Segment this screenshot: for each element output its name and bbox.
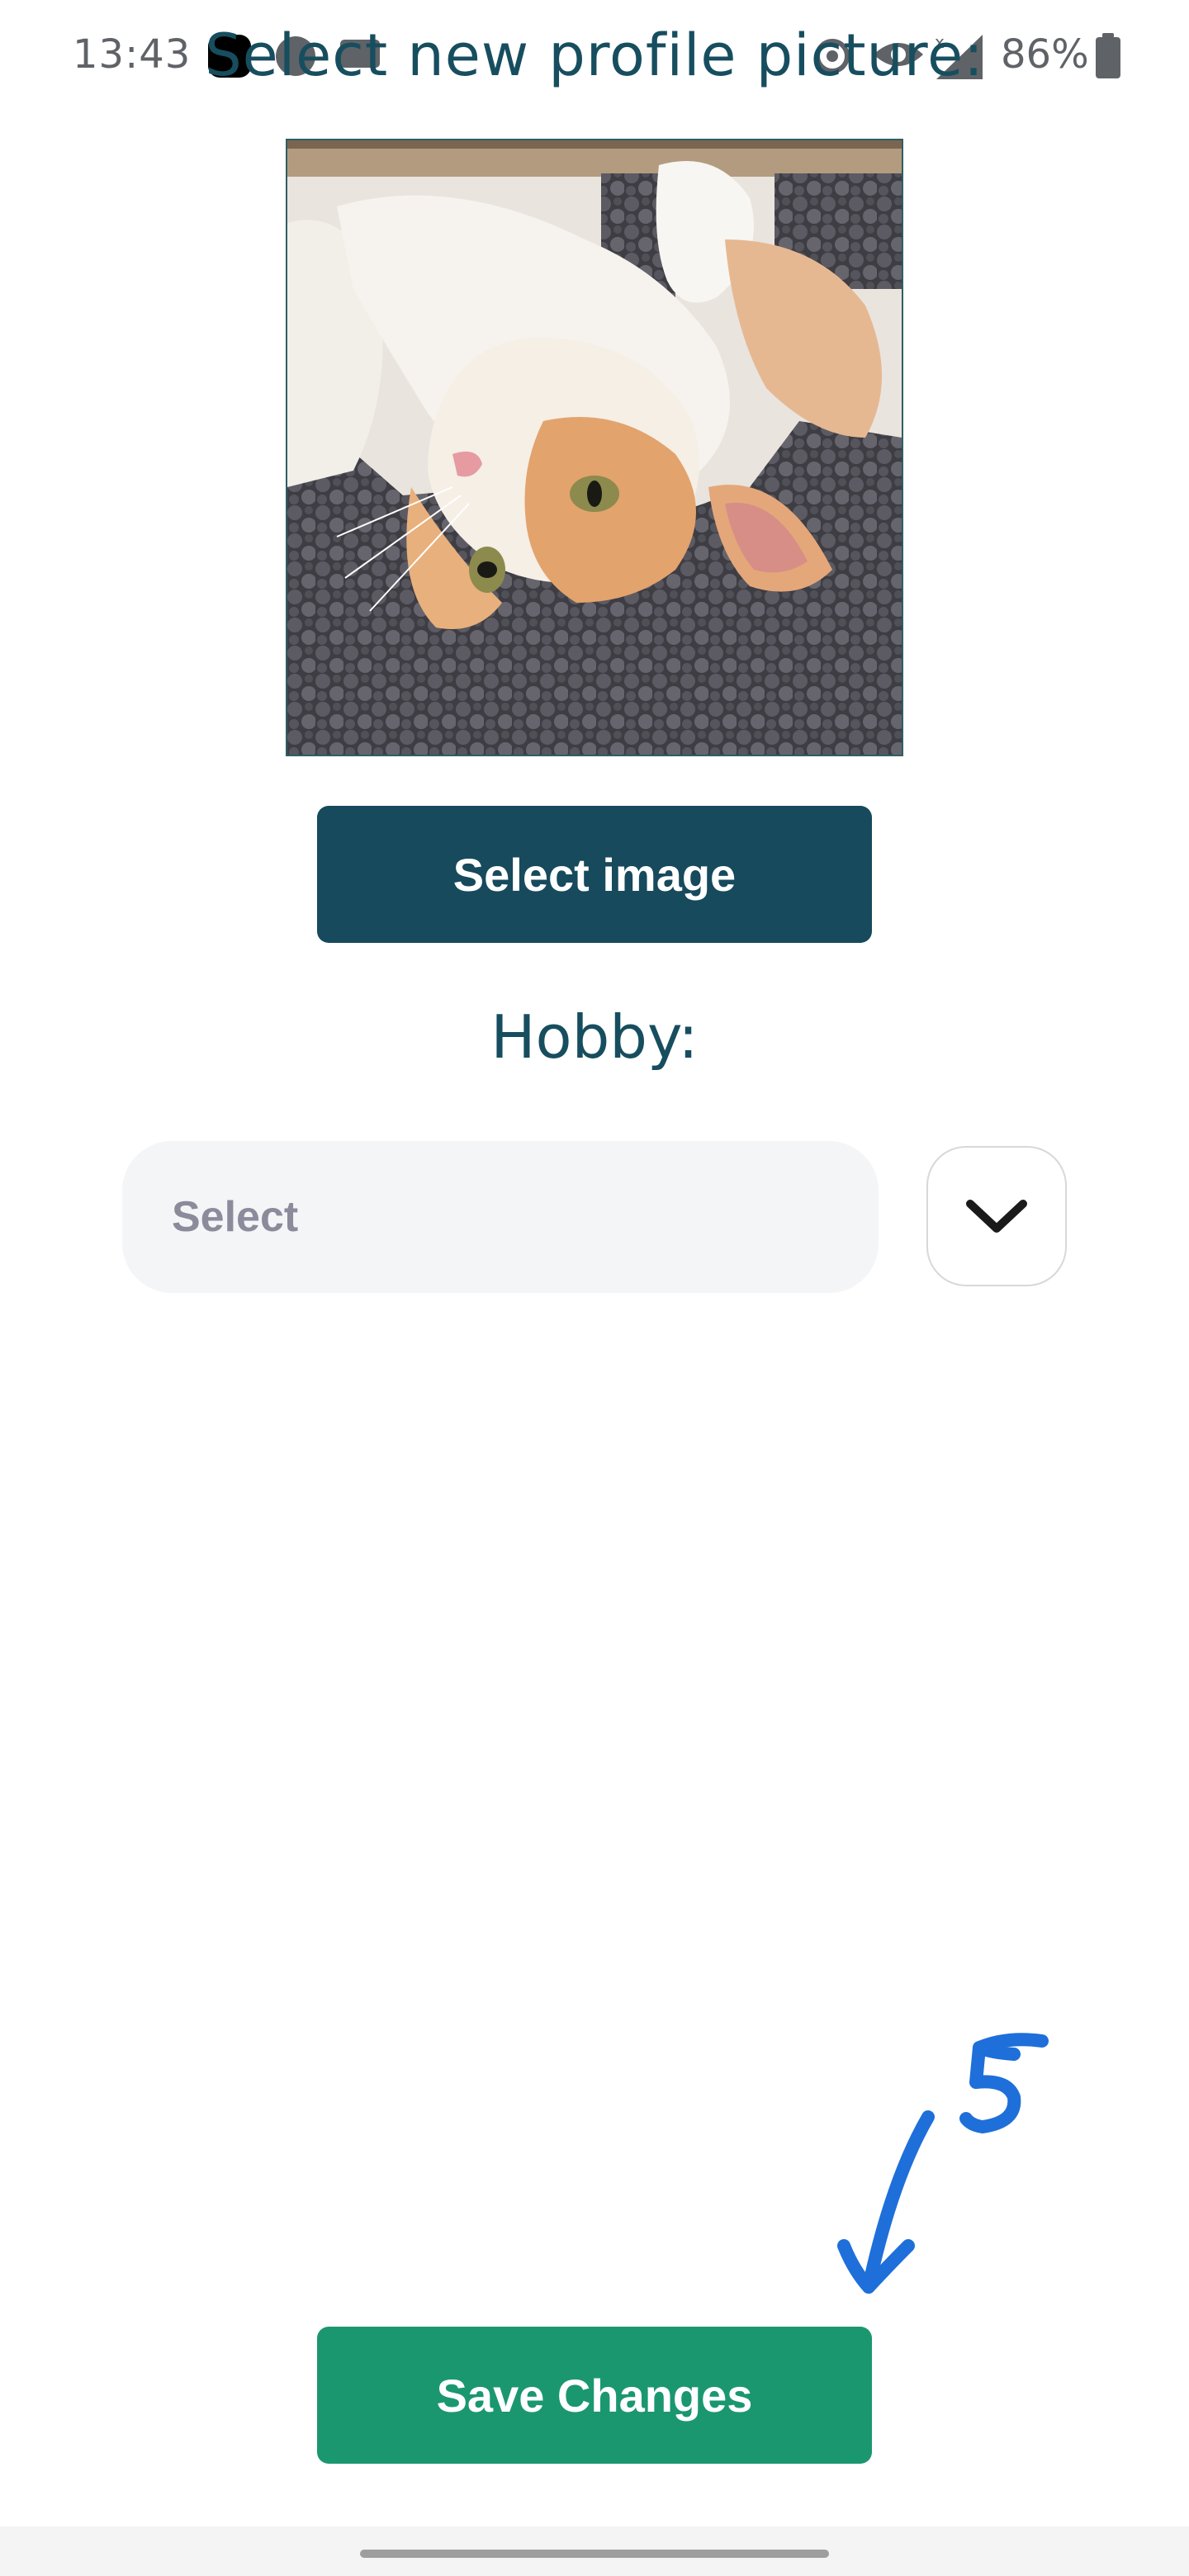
select-image-button[interactable]: Select image [317,806,872,943]
home-gesture-handle[interactable] [360,2550,829,2558]
calico-cat-photo [287,140,902,755]
navigation-bar [0,2526,1189,2576]
chevron-down-icon [966,1200,1027,1233]
hobby-label: Hobby: [490,1002,699,1072]
page-title: Select new profile picture: [205,21,984,89]
profile-image-preview [286,139,903,756]
hobby-select-placeholder: Select [172,1193,299,1241]
save-changes-button[interactable]: Save Changes [317,2327,872,2464]
hobby-dropdown-button[interactable] [926,1146,1067,1286]
hobby-select[interactable]: Select [122,1141,879,1293]
handwritten-annotation [826,2015,1073,2312]
